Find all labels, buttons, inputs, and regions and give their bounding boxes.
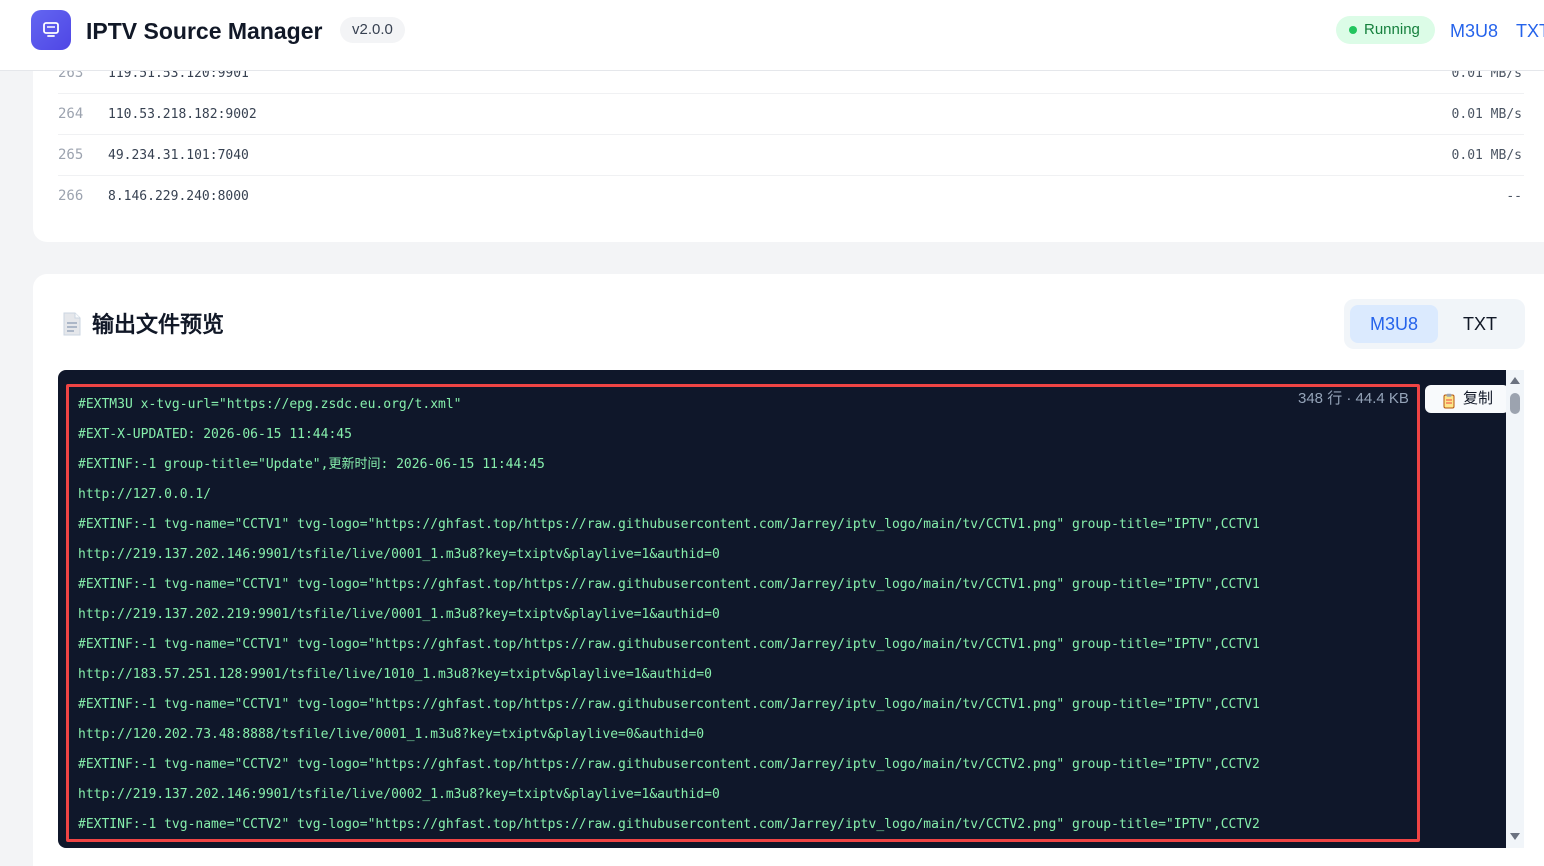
app-header: IPTV Source Manager v2.0.0 Running M3U8 … (0, 0, 1544, 71)
row-index: 264 (58, 106, 84, 122)
clipboard-icon (1443, 391, 1455, 419)
scroll-up-icon[interactable] (1510, 377, 1520, 384)
highlight-box (66, 384, 1420, 842)
row-address: 110.53.218.182:9002 (108, 107, 257, 122)
status-dot-icon (1349, 26, 1357, 34)
tab-m3u8[interactable]: M3U8 (1350, 305, 1438, 343)
code-scrollbar[interactable] (1506, 370, 1524, 848)
preview-title: 输出文件预览 (92, 312, 225, 337)
row-address: 8.146.229.240:8000 (108, 189, 249, 204)
row-speed: -- (1506, 189, 1522, 204)
scroll-down-icon[interactable] (1510, 833, 1520, 840)
format-toggle: M3U8 TXT (1344, 299, 1525, 349)
row-index: 265 (58, 147, 84, 163)
row-address: 49.234.31.101:7040 (108, 148, 249, 163)
file-meta: 348 行 · 44.4 KB (1298, 390, 1409, 407)
header-link-m3u8[interactable]: M3U8 (1450, 19, 1498, 43)
copy-label: 复制 (1463, 390, 1494, 407)
table-row[interactable]: 265 49.234.31.101:7040 0.01 MB/s (58, 135, 1524, 176)
row-speed: 0.01 MB/s (1451, 107, 1522, 122)
row-speed: 0.01 MB/s (1451, 148, 1522, 163)
row-index: 266 (58, 188, 84, 204)
scroll-thumb[interactable] (1510, 393, 1520, 414)
status-label: Running (1364, 21, 1420, 38)
document-icon (62, 312, 82, 341)
tab-txt[interactable]: TXT (1440, 305, 1520, 343)
app-title: IPTV Source Manager (86, 18, 323, 44)
monitor-icon (31, 10, 71, 50)
status-badge: Running (1336, 16, 1435, 44)
table-row[interactable]: 264 110.53.218.182:9002 0.01 MB/s (58, 94, 1524, 135)
version-badge: v2.0.0 (340, 17, 405, 43)
header-link-txt[interactable]: TXT (1516, 19, 1544, 43)
copy-button[interactable]: 复制 (1425, 385, 1509, 413)
table-row[interactable]: 266 8.146.229.240:8000 -- (58, 176, 1524, 217)
